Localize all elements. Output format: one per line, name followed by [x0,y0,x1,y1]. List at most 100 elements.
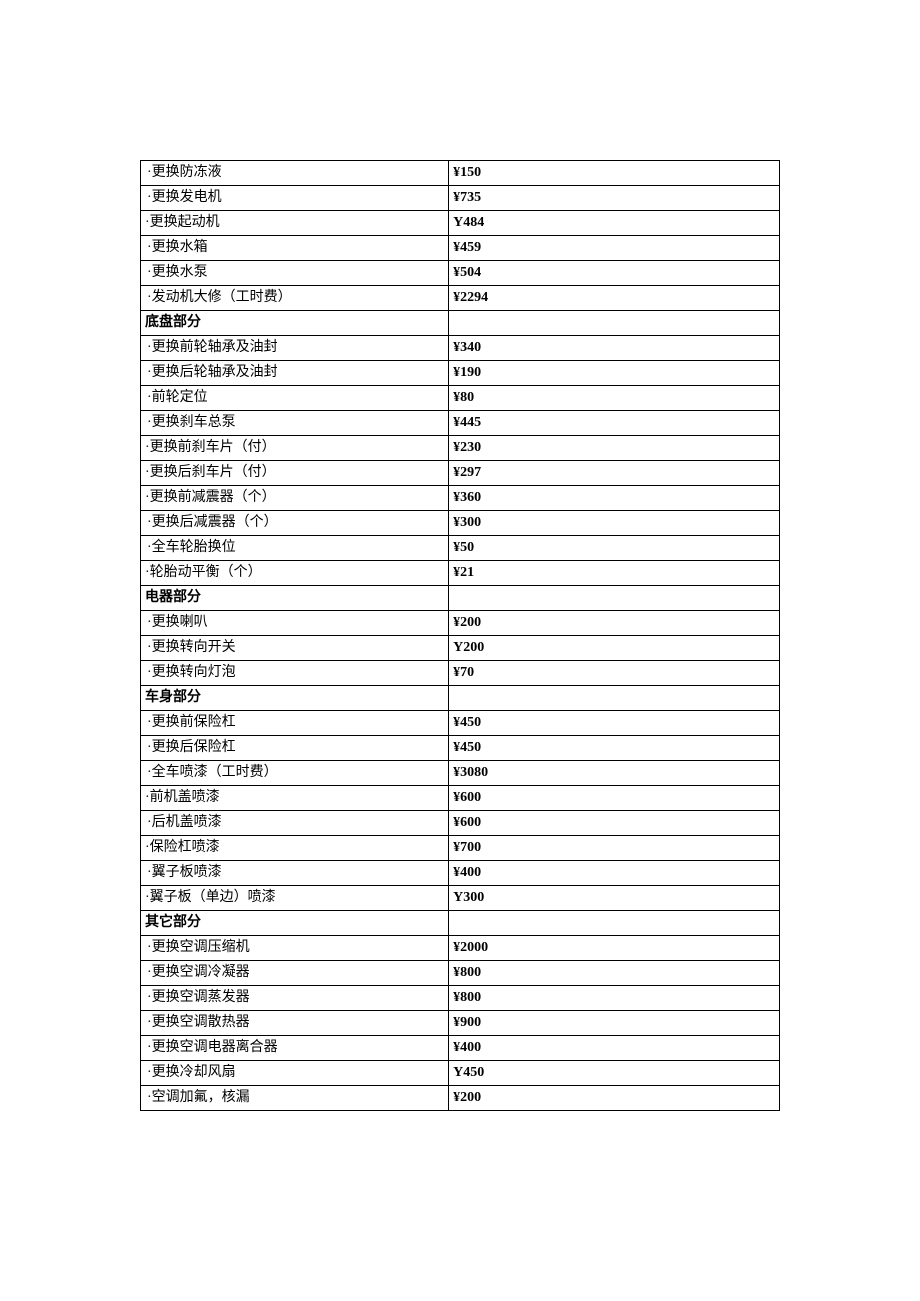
item-label: ·更换后轮轴承及油封 [141,361,449,386]
item-price: ¥900 [449,1011,780,1036]
item-label: ·更换空调电器离合器 [141,1036,449,1061]
item-price: ¥70 [449,661,780,686]
table-row: 底盘部分 [141,311,780,336]
item-label: ·发动机大修（工时费） [141,286,449,311]
table-row: ·全车轮胎换位¥50 [141,536,780,561]
item-label: ·更换后刹车片（付） [141,461,449,486]
table-row: ·更换起动机Y484 [141,211,780,236]
price-table: ·更换防冻液¥150·更换发电机¥735·更换起动机Y484·更换水箱¥459·… [140,160,780,1111]
item-price: ¥700 [449,836,780,861]
item-price: ¥459 [449,236,780,261]
table-row: ·更换转向开关Y200 [141,636,780,661]
item-label: ·更换水箱 [141,236,449,261]
table-row: 电器部分 [141,586,780,611]
table-row: ·更换后保险杠¥450 [141,736,780,761]
item-price: ¥300 [449,511,780,536]
table-row: ·保险杠喷漆¥700 [141,836,780,861]
table-row: ·更换防冻液¥150 [141,161,780,186]
item-price: ¥600 [449,786,780,811]
item-label: ·保险杠喷漆 [141,836,449,861]
table-row: ·更换水箱¥459 [141,236,780,261]
table-row: 其它部分 [141,911,780,936]
table-row: ·全车喷漆（工时费）¥3080 [141,761,780,786]
table-row: ·前机盖喷漆¥600 [141,786,780,811]
item-price: ¥340 [449,336,780,361]
item-label: ·更换转向开关 [141,636,449,661]
item-label: ·更换前保险杠 [141,711,449,736]
table-row: ·更换空调冷凝器¥800 [141,961,780,986]
table-row: ·发动机大修（工时费）¥2294 [141,286,780,311]
item-price: ¥230 [449,436,780,461]
item-price: Y450 [449,1061,780,1086]
item-label: ·更换防冻液 [141,161,449,186]
item-label: ·翼子板喷漆 [141,861,449,886]
item-price: ¥400 [449,861,780,886]
item-label: ·更换空调压缩机 [141,936,449,961]
table-row: ·更换空调电器离合器¥400 [141,1036,780,1061]
item-price: Y484 [449,211,780,236]
section-price [449,586,780,611]
item-label: ·更换空调冷凝器 [141,961,449,986]
document-page: ·更换防冻液¥150·更换发电机¥735·更换起动机Y484·更换水箱¥459·… [0,0,920,1111]
table-row: ·更换喇叭¥200 [141,611,780,636]
item-label: ·更换前减震器（个） [141,486,449,511]
price-table-body: ·更换防冻液¥150·更换发电机¥735·更换起动机Y484·更换水箱¥459·… [141,161,780,1111]
item-label: ·空调加氟，核漏 [141,1086,449,1111]
section-price [449,311,780,336]
item-label: ·更换喇叭 [141,611,449,636]
item-label: ·更换冷却风扇 [141,1061,449,1086]
item-price: ¥150 [449,161,780,186]
item-label: ·翼子板（单边）喷漆 [141,886,449,911]
item-price: ¥2294 [449,286,780,311]
section-label: 其它部分 [141,911,449,936]
section-label: 电器部分 [141,586,449,611]
item-price: ¥735 [449,186,780,211]
section-label: 车身部分 [141,686,449,711]
item-price: ¥400 [449,1036,780,1061]
table-row: ·前轮定位¥80 [141,386,780,411]
table-row: ·更换刹车总泵¥445 [141,411,780,436]
table-row: ·更换空调压缩机¥2000 [141,936,780,961]
item-label: ·轮胎动平衡（个） [141,561,449,586]
item-price: ¥190 [449,361,780,386]
section-label: 底盘部分 [141,311,449,336]
item-label: ·前轮定位 [141,386,449,411]
item-label: ·更换空调蒸发器 [141,986,449,1011]
table-row: ·更换后减震器（个）¥300 [141,511,780,536]
table-row: ·更换前保险杠¥450 [141,711,780,736]
item-label: ·全车轮胎换位 [141,536,449,561]
item-label: ·后机盖喷漆 [141,811,449,836]
item-label: ·更换发电机 [141,186,449,211]
table-row: ·空调加氟，核漏¥200 [141,1086,780,1111]
table-row: ·更换前轮轴承及油封¥340 [141,336,780,361]
item-price: ¥297 [449,461,780,486]
item-label: ·更换水泵 [141,261,449,286]
item-price: ¥360 [449,486,780,511]
item-price: ¥450 [449,711,780,736]
item-label: ·更换前轮轴承及油封 [141,336,449,361]
item-label: ·前机盖喷漆 [141,786,449,811]
item-price: ¥800 [449,986,780,1011]
item-price: ¥800 [449,961,780,986]
item-label: ·更换转向灯泡 [141,661,449,686]
item-price: Y200 [449,636,780,661]
table-row: ·更换转向灯泡¥70 [141,661,780,686]
table-row: ·更换后刹车片（付）¥297 [141,461,780,486]
section-price [449,911,780,936]
item-price: ¥50 [449,536,780,561]
table-row: ·更换冷却风扇Y450 [141,1061,780,1086]
item-price: ¥200 [449,1086,780,1111]
item-label: ·更换空调散热器 [141,1011,449,1036]
item-price: ¥21 [449,561,780,586]
section-price [449,686,780,711]
item-label: ·更换后保险杠 [141,736,449,761]
item-price: ¥80 [449,386,780,411]
item-price: ¥2000 [449,936,780,961]
item-label: ·更换起动机 [141,211,449,236]
item-price: ¥445 [449,411,780,436]
table-row: ·更换空调蒸发器¥800 [141,986,780,1011]
table-row: ·翼子板喷漆¥400 [141,861,780,886]
item-label: ·更换刹车总泵 [141,411,449,436]
table-row: ·更换后轮轴承及油封¥190 [141,361,780,386]
table-row: ·更换前刹车片（付）¥230 [141,436,780,461]
